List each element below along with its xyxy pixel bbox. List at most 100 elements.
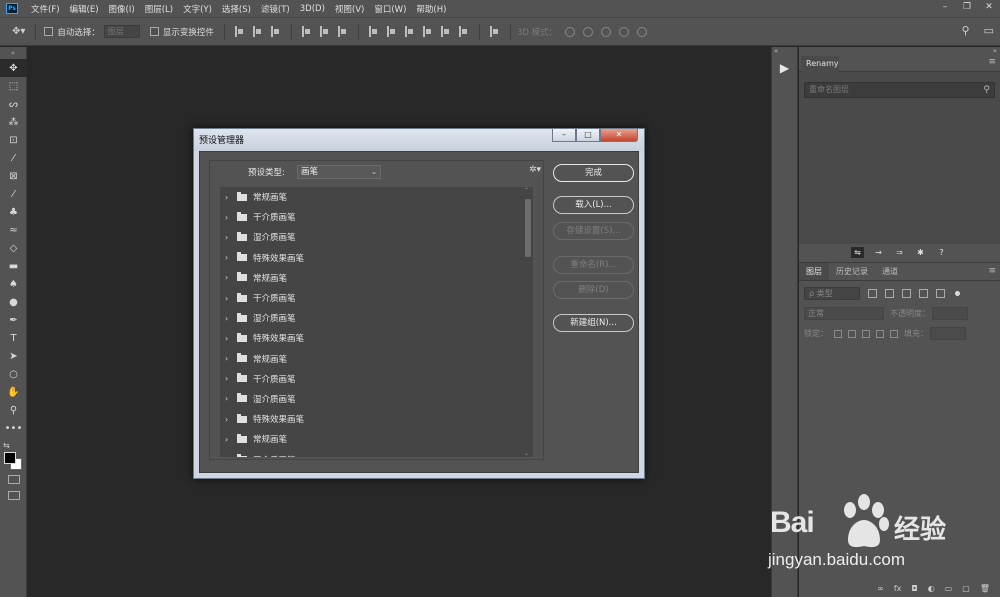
- history-brush-icon[interactable]: ≈: [0, 221, 27, 239]
- collapse-arrows-icon[interactable]: «: [774, 47, 778, 55]
- marquee-tool-icon[interactable]: ⬚: [0, 77, 27, 95]
- gear-icon[interactable]: ✲▾: [529, 165, 541, 175]
- list-item[interactable]: › 湿介质画笔: [220, 227, 533, 247]
- chevron-right-icon[interactable]: ›: [225, 233, 234, 242]
- tab-renamy[interactable]: Renamy: [801, 56, 839, 72]
- 3d-roll-icon[interactable]: [583, 26, 594, 37]
- lock-position-icon[interactable]: [862, 329, 870, 338]
- zoom-icon[interactable]: ⚲: [0, 401, 27, 419]
- delete-button[interactable]: 删除(D): [553, 281, 634, 299]
- settings-icon[interactable]: ✱: [914, 247, 927, 258]
- chevron-right-icon[interactable]: ›: [225, 415, 234, 424]
- load-button[interactable]: 载入(L)...: [553, 196, 634, 214]
- menu-image[interactable]: 图像(I): [104, 3, 140, 15]
- move-tool-preset-icon[interactable]: ✥▾: [12, 26, 25, 37]
- crop-tool-icon[interactable]: ⊡: [0, 131, 27, 149]
- menu-select[interactable]: 选择(S): [217, 3, 256, 15]
- delete-layer-icon[interactable]: 🗑: [980, 584, 990, 593]
- eyedropper-icon[interactable]: ⁄: [0, 149, 27, 167]
- ellipse-icon[interactable]: ○: [0, 365, 27, 383]
- filter-adjustment-icon[interactable]: [885, 289, 894, 298]
- list-item[interactable]: › 湿介质画笔: [220, 389, 533, 409]
- dialog-titlebar[interactable]: 预设管理器 – □ ✕: [194, 129, 644, 151]
- show-transform-checkbox[interactable]: [149, 27, 159, 36]
- magic-wand-icon[interactable]: ⁂: [0, 113, 27, 131]
- scroll-down-icon[interactable]: ⌄: [524, 450, 529, 457]
- align-bottom-icon[interactable]: [337, 26, 348, 37]
- new-group-button[interactable]: 新建组(N)...: [553, 314, 634, 332]
- save-set-button[interactable]: 存储设置(S)...: [553, 222, 634, 240]
- panel-menu-icon[interactable]: ≡: [988, 266, 996, 276]
- dodge-icon[interactable]: ●: [0, 293, 27, 311]
- distribute-bottom-icon[interactable]: [404, 26, 415, 37]
- quick-mask-button[interactable]: [0, 471, 27, 487]
- filter-toggle[interactable]: [955, 291, 960, 296]
- type-icon[interactable]: T: [0, 329, 27, 347]
- filter-smart-object-icon[interactable]: [936, 289, 945, 298]
- preset-list-scrollbar[interactable]: ⌃ ⌄: [523, 187, 533, 457]
- align-top-icon[interactable]: [301, 26, 312, 37]
- list-item[interactable]: › 常规画笔: [220, 429, 533, 449]
- chevron-right-icon[interactable]: ›: [225, 193, 234, 202]
- tab-channels[interactable]: 通道: [875, 263, 905, 280]
- search-icon[interactable]: ⚲: [962, 24, 970, 37]
- new-group-icon[interactable]: ▭: [945, 584, 953, 593]
- distribute-right-icon[interactable]: [458, 26, 469, 37]
- align-vcenter-icon[interactable]: [319, 26, 330, 37]
- list-item[interactable]: › 干介质画笔: [220, 288, 533, 308]
- distribute-vcenter-icon[interactable]: [386, 26, 397, 37]
- menu-window[interactable]: 窗口(W): [369, 3, 411, 15]
- new-layer-icon[interactable]: ▢: [962, 584, 970, 593]
- distribute-left-icon[interactable]: [422, 26, 433, 37]
- search-icon[interactable]: ⚲: [983, 83, 990, 97]
- align-left-icon[interactable]: [234, 26, 245, 37]
- list-item[interactable]: › 常规画笔: [220, 187, 533, 207]
- auto-select-dropdown[interactable]: 图层: [103, 25, 140, 38]
- menu-layer[interactable]: 图层(L): [140, 3, 178, 15]
- menu-3d[interactable]: 3D(D): [295, 4, 330, 14]
- lock-image-icon[interactable]: [848, 329, 856, 338]
- chevron-right-icon[interactable]: ›: [225, 294, 234, 303]
- scroll-up-icon[interactable]: ⌃: [524, 187, 529, 194]
- brush-icon[interactable]: ⁄: [0, 185, 27, 203]
- foreground-color-swatch[interactable]: [4, 452, 16, 464]
- blur-icon[interactable]: ♠: [0, 275, 27, 293]
- dialog-close-button[interactable]: ✕: [600, 129, 638, 142]
- align-hcenter-icon[interactable]: [252, 26, 263, 37]
- lasso-tool-icon[interactable]: ᔕ: [0, 95, 27, 113]
- chevron-right-icon[interactable]: ›: [225, 435, 234, 444]
- hand-icon[interactable]: ✋: [0, 383, 27, 401]
- list-item[interactable]: › 常规画笔: [220, 268, 533, 288]
- 3d-slide-icon[interactable]: [619, 26, 630, 37]
- move-tool-icon[interactable]: ✥: [0, 59, 27, 77]
- panel-menu-icon[interactable]: ≡: [988, 57, 996, 67]
- clone-stamp-icon[interactable]: ♣: [0, 203, 27, 221]
- workspace-icon[interactable]: ▭: [984, 24, 994, 37]
- chevron-right-icon[interactable]: ›: [225, 374, 234, 383]
- minimize-button[interactable]: –: [934, 0, 956, 15]
- double-arrow-icon[interactable]: ⇒: [893, 247, 906, 258]
- path-select-icon[interactable]: ➤: [0, 347, 27, 365]
- lock-all-icon[interactable]: [890, 329, 898, 338]
- pen-icon[interactable]: ✒: [0, 311, 27, 329]
- list-item[interactable]: › 干介质画笔: [220, 207, 533, 227]
- menu-filter[interactable]: 滤镜(T): [256, 3, 295, 15]
- blend-mode-select[interactable]: 正常: [804, 307, 884, 320]
- adjustment-layer-icon[interactable]: ◐: [928, 584, 935, 593]
- layer-style-icon[interactable]: fx: [894, 584, 902, 593]
- scroll-thumb[interactable]: [525, 199, 531, 257]
- distribute-top-icon[interactable]: [368, 26, 379, 37]
- list-item[interactable]: › 特殊效果画笔: [220, 328, 533, 348]
- chevron-right-icon[interactable]: ›: [225, 273, 234, 282]
- arrow-right-icon[interactable]: →: [872, 247, 885, 258]
- chevron-right-icon[interactable]: ›: [225, 455, 234, 457]
- dialog-maximize-button[interactable]: □: [576, 129, 600, 142]
- menu-help[interactable]: 帮助(H): [411, 3, 451, 15]
- fill-input[interactable]: [930, 327, 966, 340]
- menu-file[interactable]: 文件(F): [26, 3, 65, 15]
- auto-align-icon[interactable]: [489, 26, 500, 37]
- tab-layers[interactable]: 图层: [799, 263, 829, 280]
- rename-button[interactable]: 重命名(R)...: [553, 256, 634, 274]
- align-right-icon[interactable]: [270, 26, 281, 37]
- chevron-right-icon[interactable]: ›: [225, 253, 234, 262]
